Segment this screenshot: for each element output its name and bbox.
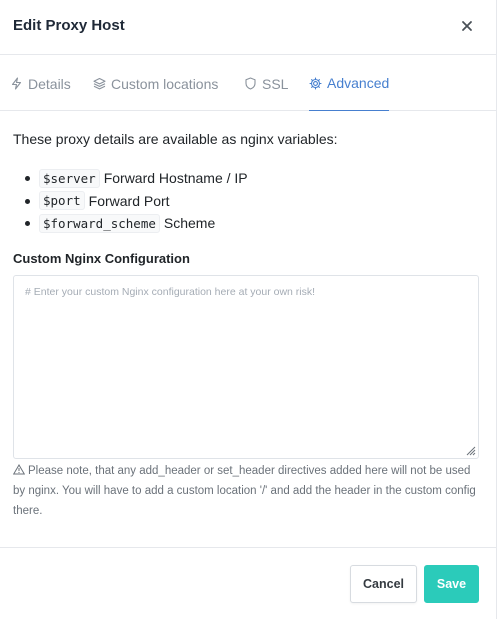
modal-header: Edit Proxy Host [0,0,496,55]
list-item: $forward_scheme Scheme [13,212,248,235]
tab-custom-locations[interactable]: Custom locations [93,56,218,111]
modal-title: Edit Proxy Host [13,17,125,34]
layers-icon [93,77,106,90]
gear-icon [309,76,322,90]
note-text: Please note, that any add_header or set_… [13,465,476,517]
variable-description: Forward Hostname / IP [103,170,248,187]
lightning-icon [10,77,23,90]
variables-intro: These proxy details are available as ngi… [13,131,338,147]
tab-advanced[interactable]: Advanced [309,56,390,111]
variable-code: $port [39,191,85,211]
variables-list: $server Forward Hostname / IP $port Forw… [13,167,248,235]
list-item: $port Forward Port [13,190,248,213]
warning-icon [12,462,26,475]
tab-bar: Details Custom locations SSL Advanced [0,56,496,111]
tab-ssl[interactable]: SSL [244,56,288,111]
tab-ssl-label: SSL [262,75,289,92]
save-button[interactable]: Save [424,565,479,603]
tab-advanced-label: Advanced [327,75,390,91]
close-icon[interactable] [459,18,475,34]
tab-details-label: Details [28,75,71,92]
tab-custom-locations-label: Custom locations [111,75,219,92]
list-item: $server Forward Hostname / IP [13,167,248,190]
variable-code: $server [39,168,100,188]
cancel-button[interactable]: Cancel [350,565,417,603]
config-label: Custom Nginx Configuration [13,251,190,266]
variable-code: $forward_scheme [39,213,160,233]
variable-description: Scheme [163,215,216,232]
modal-footer: Cancel Save [0,547,496,619]
resize-handle-icon[interactable] [464,443,476,456]
header-directive-note: Please note, that any add_header or set_… [12,461,479,521]
edit-proxy-host-modal: Edit Proxy Host Details Custom locations… [0,0,497,619]
variable-description: Forward Port [88,192,170,209]
shield-icon [244,77,257,90]
tab-details[interactable]: Details [10,56,71,111]
nginx-config-textarea[interactable] [13,275,479,459]
